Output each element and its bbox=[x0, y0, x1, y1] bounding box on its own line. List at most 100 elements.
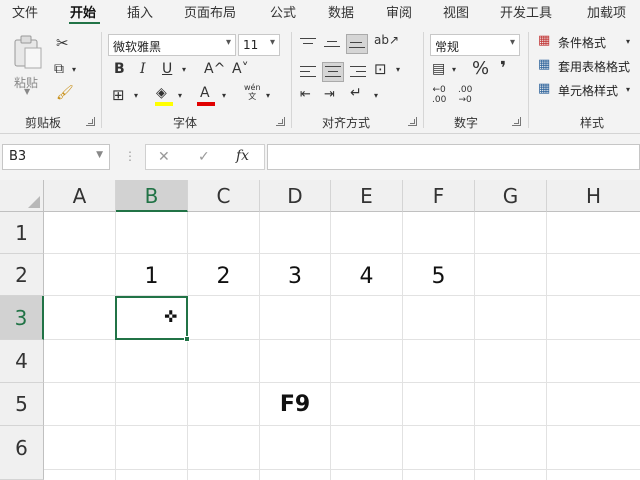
number-format-select[interactable]: 常规 ▾ bbox=[430, 34, 520, 56]
row-header-2[interactable]: 2 bbox=[0, 254, 44, 296]
tab-developer[interactable]: 开发工具 bbox=[500, 2, 552, 21]
menu-bar: 文件 开始 插入 页面布局 公式 数据 审阅 视图 开发工具 加载项 bbox=[0, 0, 640, 24]
row-header-4[interactable]: 4 bbox=[0, 340, 44, 383]
row-header-6[interactable]: 6 bbox=[0, 426, 44, 480]
fill-color-icon[interactable]: ◈ bbox=[156, 86, 167, 100]
font-color-dropdown-icon[interactable]: ▾ bbox=[222, 92, 226, 100]
name-box[interactable]: B3 ▼ bbox=[2, 144, 110, 170]
increase-indent-icon[interactable]: ⇥ bbox=[324, 88, 335, 101]
align-bottom-icon[interactable] bbox=[346, 34, 368, 54]
align-left-icon[interactable] bbox=[300, 64, 318, 80]
enter-icon[interactable]: ✓ bbox=[198, 150, 210, 164]
number-group-label: 数字 bbox=[453, 116, 478, 130]
row-header-3[interactable]: 3 bbox=[0, 296, 44, 340]
number-launcher-icon[interactable] bbox=[512, 117, 521, 126]
fill-handle[interactable] bbox=[184, 336, 190, 342]
column-header-d[interactable]: D bbox=[260, 180, 331, 212]
accounting-format-icon[interactable]: ▤ bbox=[432, 62, 445, 76]
copy-icon[interactable]: ⧉ bbox=[54, 62, 64, 76]
copy-dropdown-icon[interactable]: ▾ bbox=[72, 66, 76, 74]
tab-review[interactable]: 审阅 bbox=[386, 2, 412, 21]
column-header-c[interactable]: C bbox=[188, 180, 260, 212]
cell-d2[interactable]: 3 bbox=[260, 264, 330, 289]
tab-insert[interactable]: 插入 bbox=[127, 2, 153, 21]
grow-font-button[interactable]: A^ bbox=[204, 62, 225, 76]
select-all-button[interactable] bbox=[0, 180, 44, 212]
tab-data[interactable]: 数据 bbox=[328, 2, 354, 21]
shrink-font-button[interactable]: A˅ bbox=[232, 62, 249, 76]
fill-color-swatch bbox=[155, 102, 173, 106]
orientation-icon[interactable]: ab↗ bbox=[374, 34, 399, 46]
cancel-icon[interactable]: ✕ bbox=[158, 150, 170, 164]
row-header-1[interactable]: 1 bbox=[0, 212, 44, 254]
font-color-swatch bbox=[197, 102, 215, 106]
formula-controls: ✕ ✓ fx bbox=[145, 144, 265, 170]
align-center-icon[interactable] bbox=[322, 62, 344, 82]
font-color-icon[interactable]: A bbox=[200, 86, 210, 100]
tab-file[interactable]: 文件 bbox=[12, 2, 38, 21]
paste-button[interactable]: 粘贴 ▼ bbox=[8, 32, 48, 96]
column-header-f[interactable]: F bbox=[403, 180, 475, 212]
tab-page-layout[interactable]: 页面布局 bbox=[184, 2, 236, 21]
merge-center-icon[interactable]: ⊡ bbox=[374, 62, 387, 77]
column-header-e[interactable]: E bbox=[331, 180, 403, 212]
phonetic-dropdown-icon[interactable]: ▾ bbox=[266, 92, 270, 100]
grid-line bbox=[44, 382, 640, 383]
insert-function-icon[interactable]: fx bbox=[236, 149, 249, 163]
group-divider bbox=[423, 32, 424, 128]
decrease-decimal-icon[interactable]: .00 →0 bbox=[458, 85, 472, 106]
column-header-a[interactable]: A bbox=[44, 180, 116, 212]
cell-e2[interactable]: 4 bbox=[331, 264, 402, 289]
font-size-select[interactable]: 11 ▾ bbox=[238, 34, 280, 56]
column-header-h[interactable]: H bbox=[547, 180, 640, 212]
alignment-launcher-icon[interactable] bbox=[408, 117, 417, 126]
cell-f2[interactable]: 5 bbox=[403, 264, 474, 289]
chevron-down-icon: ▾ bbox=[269, 37, 275, 48]
bold-button[interactable]: B bbox=[114, 62, 125, 76]
font-name-select[interactable]: 微软雅黑 ▾ bbox=[108, 34, 236, 56]
borders-icon[interactable]: ⊞ bbox=[112, 88, 125, 103]
worksheet-grid[interactable]: A B C D E F G H 1 2 3 4 5 6 1 2 3 4 5 F9… bbox=[0, 180, 640, 480]
percent-button[interactable]: % bbox=[472, 60, 489, 78]
align-top-icon[interactable] bbox=[300, 36, 318, 52]
fill-color-dropdown-icon[interactable]: ▾ bbox=[178, 92, 182, 100]
italic-button[interactable]: I bbox=[140, 62, 146, 76]
increase-decimal-icon[interactable]: ←0.00 bbox=[432, 85, 446, 106]
clipboard-launcher-icon[interactable] bbox=[86, 117, 95, 126]
conditional-formatting-label: 条件格式 bbox=[558, 36, 607, 50]
tab-formulas[interactable]: 公式 bbox=[270, 2, 296, 21]
cell-d5[interactable]: F9 bbox=[260, 392, 330, 417]
wrap-dropdown-icon[interactable]: ▾ bbox=[374, 92, 378, 100]
conditional-formatting-icon: ▦ bbox=[538, 33, 551, 48]
underline-button[interactable]: U bbox=[162, 62, 172, 76]
underline-dropdown-icon[interactable]: ▾ bbox=[182, 66, 186, 74]
conditional-formatting-button[interactable]: ▦ 条件格式 ▾ bbox=[538, 34, 638, 54]
tab-view[interactable]: 视图 bbox=[443, 2, 469, 21]
borders-dropdown-icon[interactable]: ▾ bbox=[134, 92, 138, 100]
cell-b2[interactable]: 1 bbox=[116, 264, 187, 289]
merge-dropdown-icon[interactable]: ▾ bbox=[396, 66, 400, 74]
alignment-group-label: 对齐方式 bbox=[321, 116, 370, 130]
align-right-icon[interactable] bbox=[350, 64, 368, 80]
column-header-g[interactable]: G bbox=[475, 180, 547, 212]
cell-styles-button[interactable]: ▦ 单元格样式 ▾ bbox=[538, 82, 638, 102]
formula-input[interactable] bbox=[267, 144, 640, 170]
tab-home[interactable]: 开始 bbox=[70, 2, 96, 21]
align-middle-icon[interactable] bbox=[324, 36, 342, 52]
font-name-value: 微软雅黑 bbox=[113, 40, 162, 54]
more-options-icon[interactable]: ⋮ bbox=[124, 150, 136, 162]
tab-addins[interactable]: 加载项 bbox=[587, 2, 626, 21]
cell-c2[interactable]: 2 bbox=[188, 264, 259, 289]
row-header-5[interactable]: 5 bbox=[0, 383, 44, 426]
column-header-b[interactable]: B bbox=[116, 180, 188, 212]
comma-style-button[interactable]: ❜ bbox=[500, 60, 506, 78]
phonetic-guide-icon[interactable]: wén 文 bbox=[244, 83, 261, 102]
format-as-table-button[interactable]: ▦ 套用表格格式 bbox=[538, 58, 640, 78]
font-launcher-icon[interactable] bbox=[276, 117, 285, 126]
wrap-text-icon[interactable]: ↵ bbox=[350, 86, 362, 100]
decrease-indent-icon[interactable]: ⇤ bbox=[300, 88, 311, 101]
grid-line bbox=[44, 425, 640, 426]
accounting-dropdown-icon[interactable]: ▾ bbox=[452, 66, 456, 74]
format-painter-icon[interactable]: 🖌 bbox=[56, 86, 74, 100]
cut-icon[interactable]: ✂ bbox=[56, 36, 69, 51]
